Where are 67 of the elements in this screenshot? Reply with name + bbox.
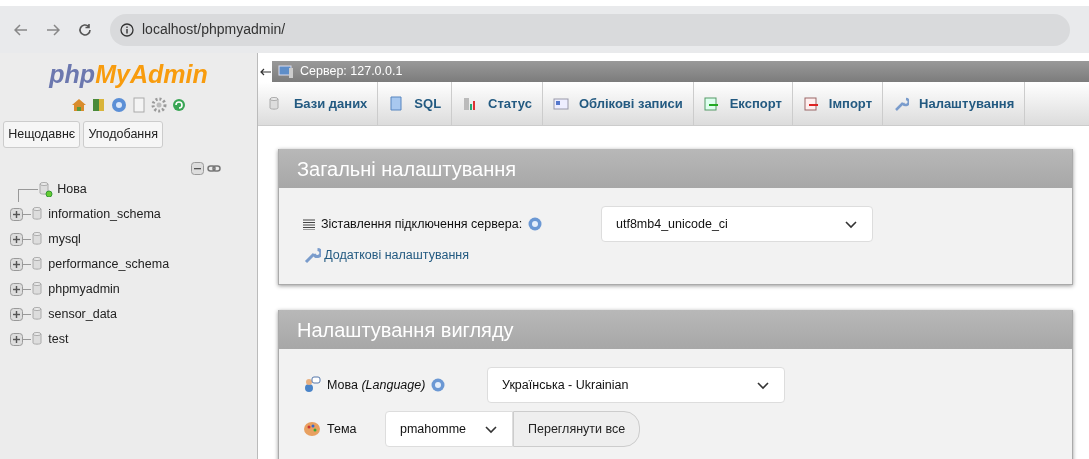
info-icon: [120, 22, 134, 37]
import-icon: [802, 95, 819, 112]
new-database-icon: [38, 181, 54, 198]
database-icon: [31, 281, 45, 298]
field-label: Мова (Language): [327, 376, 426, 394]
panel-title: Налаштування вигляду: [279, 310, 1072, 349]
language-select[interactable]: Українська - Ukrainian: [487, 367, 785, 403]
home-icon[interactable]: [70, 97, 87, 113]
address-bar[interactable]: localhost/phpmyadmin/: [110, 13, 1070, 46]
panel-title: Загальні налаштування: [279, 149, 1072, 188]
reload-icon[interactable]: [78, 22, 92, 37]
chevron-down-icon: [844, 219, 858, 229]
chevron-down-icon: [756, 380, 770, 390]
menu-tab[interactable]: Налаштування: [883, 82, 1026, 125]
expand-icon[interactable]: [10, 257, 23, 271]
menu-tab[interactable]: Бази даних: [258, 82, 379, 125]
export-icon: [703, 95, 720, 112]
reload-icon[interactable]: [170, 97, 187, 113]
view-all-button[interactable]: Переглянути все: [513, 411, 641, 447]
sidebar-tab[interactable]: Уподобання: [83, 121, 163, 148]
field-label: Тема: [327, 420, 357, 438]
expand-icon[interactable]: [10, 332, 23, 346]
help-icon[interactable]: [528, 217, 543, 231]
id-card-icon: [552, 95, 569, 112]
database-icon: [31, 231, 45, 248]
collapse-icon[interactable]: [190, 161, 204, 175]
expand-icon[interactable]: [10, 232, 23, 246]
database-link[interactable]: performance_schema: [48, 254, 170, 274]
url-text: localhost/phpmyadmin/: [142, 20, 286, 39]
palette-icon: [303, 421, 321, 437]
wrench-icon: [893, 95, 909, 112]
help-icon[interactable]: [431, 378, 446, 392]
database-link[interactable]: mysql: [48, 229, 81, 249]
tree-connector: [18, 188, 38, 202]
menu-tab[interactable]: SQL: [378, 82, 453, 125]
database-icon: [31, 331, 45, 348]
monitor-icon: [278, 65, 294, 78]
database-link[interactable]: phpmyadmin: [48, 279, 120, 299]
menu-tab[interactable]: Статус: [452, 82, 543, 125]
wrench-icon: [303, 246, 321, 264]
database-icon: [31, 256, 45, 273]
back-icon[interactable]: [14, 23, 28, 36]
database-icon: [31, 206, 45, 223]
logo[interactable]: phpMyAdmin: [0, 53, 257, 89]
language-icon: [303, 376, 321, 394]
expand-icon[interactable]: [10, 282, 23, 296]
expand-icon[interactable]: [10, 307, 23, 321]
forward-icon[interactable]: [46, 23, 60, 36]
help-icon[interactable]: [110, 97, 127, 113]
menu-tab[interactable]: Імпорт: [792, 82, 883, 125]
collation-select[interactable]: utf8mb4_unicode_ci: [601, 206, 873, 242]
collapse-arrow-icon[interactable]: [259, 67, 271, 76]
database-icon: [31, 306, 45, 323]
settings-link[interactable]: Додаткові налаштування: [324, 245, 469, 265]
database-link[interactable]: test: [48, 329, 69, 349]
menu-tab[interactable]: Експорт: [693, 82, 793, 125]
database-link[interactable]: Нова: [57, 179, 87, 199]
theme-select[interactable]: pmahomme: [385, 411, 513, 447]
expand-icon[interactable]: [10, 207, 23, 221]
database-link[interactable]: information_schema: [48, 204, 161, 224]
field-label: Зіставлення підключення сервера:: [321, 215, 523, 233]
menu-tab[interactable]: Облікові записи: [542, 82, 694, 125]
settings-icon[interactable]: [150, 97, 167, 113]
database-link[interactable]: sensor_data: [48, 304, 118, 324]
list-icon: [303, 218, 315, 230]
chevron-down-icon: [484, 424, 498, 434]
sidebar-tab[interactable]: Нещодавнє: [3, 121, 81, 148]
